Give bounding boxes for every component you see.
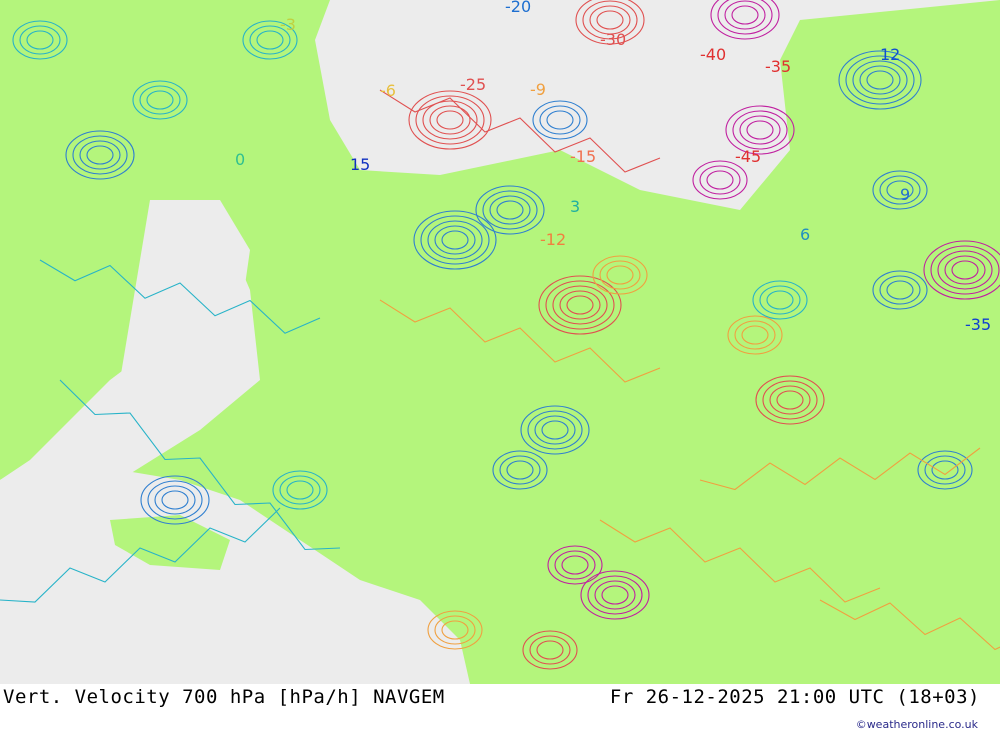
contour-value-label: -45 <box>735 147 761 166</box>
map-canvas: -20 -30 -40 -35 -45 -25 -15 -9 -6 -3 -123 6 9 12 15 0 -3… <box>0 0 1000 684</box>
contour-value-label: 3 <box>570 197 580 216</box>
credit-link[interactable]: ©weatheronline.co.uk <box>856 718 978 731</box>
map-footer: Vert. Velocity 700 hPa [hPa/h] NAVGEM Fr… <box>0 684 1000 733</box>
contour-value-label: -25 <box>460 75 486 94</box>
contour-value-label: 0 <box>235 150 245 169</box>
contour-value-label: 6 <box>800 225 810 244</box>
weather-map: -20 -30 -40 -35 -45 -25 -15 -9 -6 -3 -12 3 6 9 12 15 0 -3… <box>0 0 1000 684</box>
contour-value-label: -40 <box>700 45 726 64</box>
contour-value-label: -12 <box>540 230 566 249</box>
contour-value-label: -35 <box>765 57 791 76</box>
contour-value-label: -30 <box>600 30 626 49</box>
valid-time: Fr 26-12-2025 21:00 UTC (18+03) <box>609 686 980 708</box>
contour-value-label: -15 <box>570 147 596 166</box>
contour-value-label: -9 <box>530 80 546 99</box>
contour-value-label: 15 <box>350 155 370 174</box>
contour-value-label: 12 <box>880 45 900 64</box>
contour-value-label: -6 <box>380 81 396 100</box>
contour-value-label: -35 <box>965 315 991 334</box>
contour-value-label: -3 <box>280 15 296 34</box>
contour-value-label: 9 <box>900 185 910 204</box>
contour-value-label: -20 <box>505 0 531 16</box>
map-title: Vert. Velocity 700 hPa [hPa/h] NAVGEM <box>3 686 445 708</box>
